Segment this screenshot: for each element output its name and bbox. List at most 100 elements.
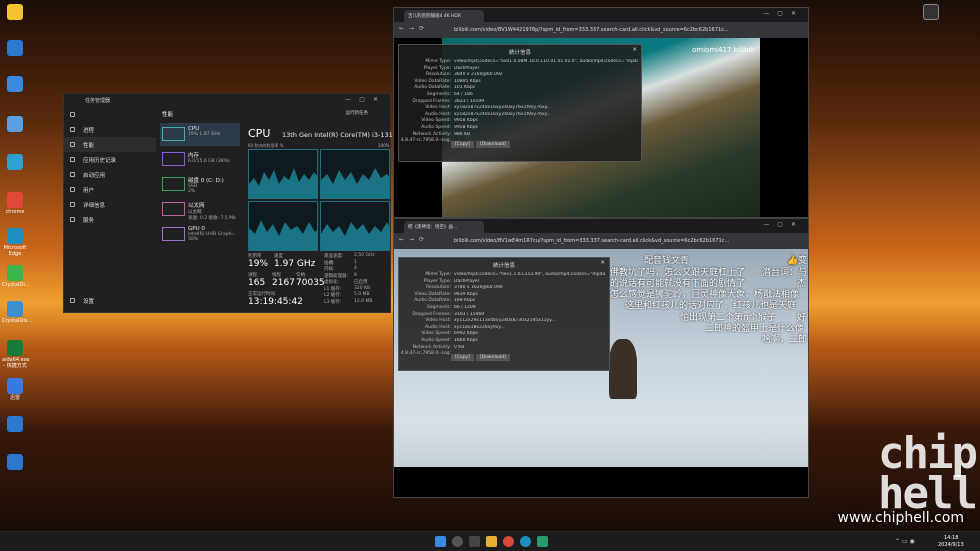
address-bar[interactable]: ←→⟳ bilibili.com/video/BV1W4421978p/?spm… (394, 22, 808, 38)
video-bottom-bar (394, 467, 808, 497)
nav-icon (70, 157, 75, 162)
stats-value: 169 Kbps (454, 298, 476, 304)
tray-icons[interactable]: ⌃ ▭ ◉ (895, 538, 915, 545)
spec-value: 5.0 MB (354, 292, 370, 297)
stats-value: 101 Kbps (454, 85, 476, 91)
stats-value: xy118x18x226xy9xy... (454, 324, 505, 330)
nav-item[interactable]: 详细信息 (64, 197, 156, 212)
run-task-button[interactable]: 运行新任务 (346, 110, 369, 116)
window-controls[interactable]: —▢✕ (763, 221, 804, 228)
nav-item[interactable] (64, 107, 156, 122)
nav-icon (70, 172, 75, 177)
spec-key: L1 缓存: (324, 286, 342, 292)
nav-item[interactable]: 设置 (64, 293, 156, 308)
search-icon[interactable] (452, 536, 463, 547)
desktop-icon[interactable] (2, 116, 28, 134)
file-explorer-icon[interactable] (486, 536, 497, 547)
spec-value: 已启用 (354, 280, 368, 285)
desktop-icon[interactable]: aida64.exe - 快捷方式 (2, 340, 30, 369)
desktop-icon-label: 迅雷 (9, 395, 20, 401)
stats-value: 9839 Kbps (454, 291, 478, 297)
app-icon (923, 4, 939, 20)
nav-item[interactable]: 应用历史记录 (64, 152, 156, 167)
stats-value: 3780 x 1620@60.090 (454, 285, 503, 291)
resource-item[interactable]: CPU 19% 1.97 GHz (160, 123, 240, 146)
close-icon[interactable]: ✕ (600, 260, 605, 266)
nav-item[interactable]: 性能 (64, 137, 156, 152)
stats-value: 1660 Kbps (454, 337, 478, 343)
address-bar[interactable]: ←→⟳ bilibili.com/video/BV1wE4m1R7cu/?spm… (394, 233, 808, 249)
mini-graph (162, 177, 185, 191)
app-icon (7, 265, 23, 281)
start-icon[interactable] (435, 536, 446, 547)
nav-icon (70, 142, 75, 147)
desktop-icon[interactable] (2, 154, 28, 172)
stats-value: 64 / 186 (454, 91, 473, 97)
resource-item[interactable]: 内存 6.0/15.6 GB (38%) (160, 148, 240, 171)
stats-key: Video Host: (425, 105, 451, 111)
stats-key: Audio DataRate: (414, 298, 451, 304)
desktop-icon[interactable]: CrystalDi... (2, 265, 30, 289)
resource-item[interactable]: GPU 0 Intel(R) UHD Graphi... 50% (160, 223, 240, 246)
desktop-icon[interactable]: 迅雷 (2, 378, 28, 402)
desktop-icon[interactable]: chrome (2, 192, 28, 216)
url-text[interactable]: bilibili.com/video/BV1wE4m1R7cu/?spm_id_… (454, 238, 784, 244)
nav-label: 用户 (83, 188, 95, 194)
browser-tab[interactable]: 把《黑神话：悟空》画... (404, 221, 484, 233)
stats-title-text: 统计信息 (508, 50, 531, 56)
desktop-icon[interactable] (2, 416, 28, 434)
tab-bar: 把《黑神话：悟空》画... —▢✕ (394, 219, 808, 233)
task-view-icon[interactable] (469, 536, 480, 547)
stats-key: Segments: (426, 304, 451, 310)
desktop-icon[interactable] (2, 40, 28, 58)
window-controls[interactable]: —▢✕ (763, 10, 804, 17)
nav-label: 启动应用 (83, 173, 106, 179)
desktop-icon-right[interactable] (918, 4, 944, 22)
resource-list: 性能 CPU 19% 1.97 GHz 内存 6.0/15.6 GB (38%) 磁盘 … (158, 107, 242, 312)
desktop-icon-label: CrystalDi... (2, 282, 30, 288)
video-viewport[interactable]: omiomi417 bilibili 统计信息 ✕ Mime Type: video/… (394, 38, 808, 217)
resource-sub: 19% 1.97 GHz (188, 132, 221, 137)
desktop-icon[interactable] (2, 454, 28, 472)
nav-item[interactable]: 进程 (64, 122, 156, 137)
stats-key: 4.8.47-rc.7958.0--Log: (400, 351, 451, 357)
close-icon[interactable]: ✕ (632, 47, 637, 53)
url-text[interactable]: bilibili.com/video/BV1W4421978p/?spm_id_… (454, 27, 784, 33)
clock-time[interactable]: 14:18 (944, 535, 958, 541)
stats-key: Video DataRate: (414, 78, 451, 84)
browser-tab[interactable]: 吉儿的后院铺纸4 4K HDR (404, 10, 484, 22)
stats-value: xy112x29x113xdbxy240x8730x2195x11yy... (454, 318, 556, 324)
desktop-icon[interactable] (2, 4, 28, 22)
desktop-icon[interactable]: CrystalDis... (2, 301, 32, 325)
stats-value: xy182x87x240x16xy240xy76x1f9xy76xy... (454, 105, 551, 111)
nav-label: 设置 (83, 299, 95, 305)
util-value: 19% (248, 259, 269, 269)
window-controls[interactable]: —▢✕ (345, 96, 386, 103)
nav-item[interactable]: 服务 (64, 212, 156, 227)
stats-row: Video Speed: 6992 Kbps (399, 331, 609, 338)
nav-item[interactable]: 用户 (64, 182, 156, 197)
nav-label: 应用历史记录 (83, 158, 117, 164)
resource-item[interactable]: 以太网 以太网 发送: 0.2 接收: 7.5 Mb (160, 198, 240, 221)
edge-icon[interactable] (520, 536, 531, 547)
clock-date[interactable]: 2024/9/13 (938, 542, 964, 548)
character-silhouette (609, 339, 637, 399)
stats-key: Audio Speed: (421, 124, 451, 130)
nav-item[interactable]: 启动应用 (64, 167, 156, 182)
taskmgr-icon[interactable] (537, 536, 548, 547)
resource-item[interactable]: 磁盘 0 (C: D:) SSD 2% (160, 173, 240, 196)
nav-arrows-icon[interactable]: ←→⟳ (399, 236, 429, 243)
stats-value: 0 KB (454, 344, 465, 350)
stats-row: 4.8.47-rc.7958.0--Log: (399, 138, 641, 145)
stats-value: 6992 Kbps (454, 331, 478, 337)
stats-title: 统计信息 ✕ (399, 258, 609, 272)
app-icon (7, 4, 23, 20)
nav-arrows-icon[interactable]: ←→⟳ (399, 25, 429, 32)
chiphell-logo: chip hell (878, 428, 978, 519)
desktop-icon[interactable] (2, 76, 28, 94)
desktop-icon[interactable]: Microsoft Edge (2, 228, 28, 257)
chrome-icon[interactable] (503, 536, 514, 547)
spec-value: 4 (354, 266, 357, 271)
spec-key: L2 缓存: (324, 293, 342, 298)
threads-value: 2167 (272, 278, 295, 288)
